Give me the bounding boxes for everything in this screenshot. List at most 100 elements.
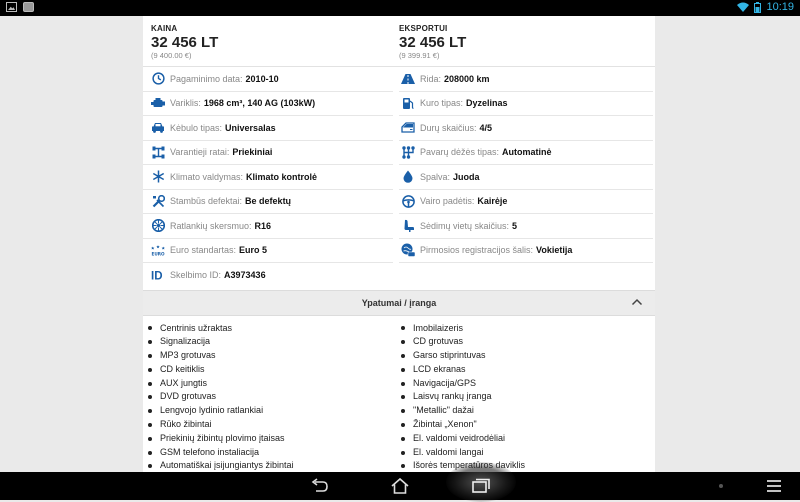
bullet-icon (148, 436, 152, 441)
bullet-icon (148, 353, 152, 358)
status-bar: 10:19 (0, 0, 800, 16)
feature-label: Centrinis užraktas (160, 322, 233, 333)
chevron-up-icon[interactable] (631, 297, 643, 307)
spec-mileage: Rida: 208000 km (399, 67, 653, 92)
spec-engine: Variklis: 1968 cm³, 140 AG (103kW) (143, 92, 393, 116)
bullet-icon (401, 464, 405, 469)
bullet-icon (148, 326, 152, 331)
seat-icon (401, 219, 415, 233)
bullet-icon (401, 409, 405, 414)
spec-row: ID Skelbimo ID: A3973436 (143, 263, 655, 288)
feature-item: CD grotuvas (401, 335, 646, 349)
specs-table: Pagaminimo data: 2010-10 Rida: 208000 km… (143, 67, 655, 288)
feature-item: Priekinių žibintų plovimo įtaisas (148, 432, 393, 446)
door-icon (401, 121, 415, 135)
bullet-icon (401, 353, 405, 358)
menu-icon (767, 480, 781, 492)
bullet-icon (401, 436, 405, 441)
feature-item: Signalizacija (148, 335, 393, 349)
feature-label: El. valdomi langai (413, 446, 484, 457)
gearbox-icon (401, 145, 415, 159)
rim-icon (151, 219, 165, 233)
spec-row: Ratlankių skersmuo: R16 Sėdimų vietų ska… (143, 214, 655, 239)
feature-item: "Metallic" dažai (401, 404, 646, 418)
spec-first-registration-country: Pirmosios registracijos šalis: Vokietija (399, 239, 653, 263)
feature-item: Automatiškai įsijungiantys žibintai (148, 459, 393, 472)
spec-row: Klimato valdymas: Klimato kontrolė Spalv… (143, 165, 655, 190)
first-registration-icon (401, 243, 415, 257)
engine-icon (151, 96, 165, 110)
bullet-icon (401, 395, 405, 400)
feature-label: Laisvų rankų įranga (413, 391, 492, 402)
bullet-icon (148, 381, 152, 386)
feature-label: AUX jungtis (160, 377, 208, 388)
navigation-bar (0, 462, 800, 502)
price-value: 32 456 LT (399, 34, 467, 51)
feature-label: MP3 grotuvas (160, 350, 216, 361)
bullet-icon (148, 395, 152, 400)
spec-steering-position: Vairo padėtis: Kairėje (399, 190, 653, 214)
feature-item: AUX jungtis (148, 377, 393, 391)
price-label: EKSPORTUI (399, 24, 448, 33)
feature-item: LCD ekranas (401, 363, 646, 377)
bullet-icon (401, 340, 405, 345)
feature-item: GSM telefono instaliacija (148, 446, 393, 460)
euro-standard-icon: EURO (151, 243, 165, 257)
spec-climate-control: Klimato valdymas: Klimato kontrolė (143, 165, 393, 190)
bullet-icon (401, 367, 405, 372)
price-value: 32 456 LT (151, 34, 219, 51)
spec-door-count: Durų skaičius: 4/5 (399, 116, 653, 141)
feature-label: LCD ekranas (413, 363, 466, 374)
spec-row: Varantieji ratai: Priekiniai Pavarų dėžė… (143, 141, 655, 165)
road-icon (401, 72, 415, 86)
spec-seat-count: Sėdimų vietų skaičius: 5 (399, 214, 653, 239)
bullet-icon (148, 367, 152, 372)
feature-item: Žibintai „Xenon" (401, 418, 646, 432)
store-notification-icon (23, 2, 34, 12)
bullet-icon (401, 381, 405, 386)
feature-item: Laisvų rankų įranga (401, 390, 646, 404)
drive-wheels-icon (151, 145, 165, 159)
feature-label: Garso stiprintuvas (413, 350, 486, 361)
recent-apps-button[interactable] (469, 476, 493, 496)
feature-item: Išorės temperatūros daviklis (401, 459, 646, 472)
feature-label: Automatiškai įsijungiantys žibintai (160, 460, 294, 471)
id-icon: ID (151, 268, 165, 282)
bullet-icon (148, 422, 152, 427)
menu-button[interactable] (762, 476, 786, 496)
car-body-icon (151, 121, 165, 135)
features-section-title: Ypatumai / įranga (361, 297, 437, 308)
feature-item: MP3 grotuvas (148, 349, 393, 363)
feature-item: Lengvojo lydinio ratlankiai (148, 404, 393, 418)
feature-label: Lengvojo lydinio ratlankiai (160, 405, 264, 416)
price-euro: (9 399.91 €) (399, 51, 440, 60)
bullet-icon (148, 464, 152, 469)
feature-label: Imobilaizeris (413, 322, 464, 333)
back-button[interactable] (308, 476, 332, 496)
bullet-icon (148, 340, 152, 345)
clock: 10:19 (766, 1, 794, 13)
home-button[interactable] (388, 476, 412, 496)
bullet-icon (401, 422, 405, 427)
spec-body-type: Kėbulo tipas: Universalas (143, 116, 393, 141)
spec-row: Kėbulo tipas: Universalas Durų skaičius:… (143, 116, 655, 141)
features-section-header[interactable]: Ypatumai / įranga (143, 289, 655, 316)
bullet-icon (148, 450, 152, 455)
svg-text:ID: ID (151, 271, 163, 282)
feature-label: GSM telefono instaliacija (160, 446, 260, 457)
price-export: EKSPORTUI 32 456 LT (9 399.91 €) (393, 16, 643, 66)
feature-label: "Metallic" dažai (413, 405, 474, 416)
fuel-pump-icon (401, 96, 415, 110)
spec-row: Variklis: 1968 cm³, 140 AG (103kW) Kuro … (143, 92, 655, 116)
spec-row: EURO Euro standartas: Euro 5 Pirmosios r… (143, 239, 655, 263)
features-left-column: Centrinis užraktas Signalizacija MP3 grotu… (143, 322, 393, 473)
gallery-notification-icon (6, 2, 17, 12)
price-main: KAINA 32 456 LT (9 400.00 €) (143, 16, 393, 66)
price-euro: (9 400.00 €) (151, 51, 192, 60)
spec-listing-id: ID Skelbimo ID: A3973436 (151, 268, 266, 282)
feature-label: Rūko žibintai (160, 419, 212, 430)
spec-major-defects: Stambūs defektai: Be defektų (143, 190, 393, 214)
svg-text:EURO: EURO (151, 251, 164, 256)
spec-fuel-type: Kuro tipas: Dyzelinas (399, 92, 653, 116)
feature-item: CD keitiklis (148, 363, 393, 377)
